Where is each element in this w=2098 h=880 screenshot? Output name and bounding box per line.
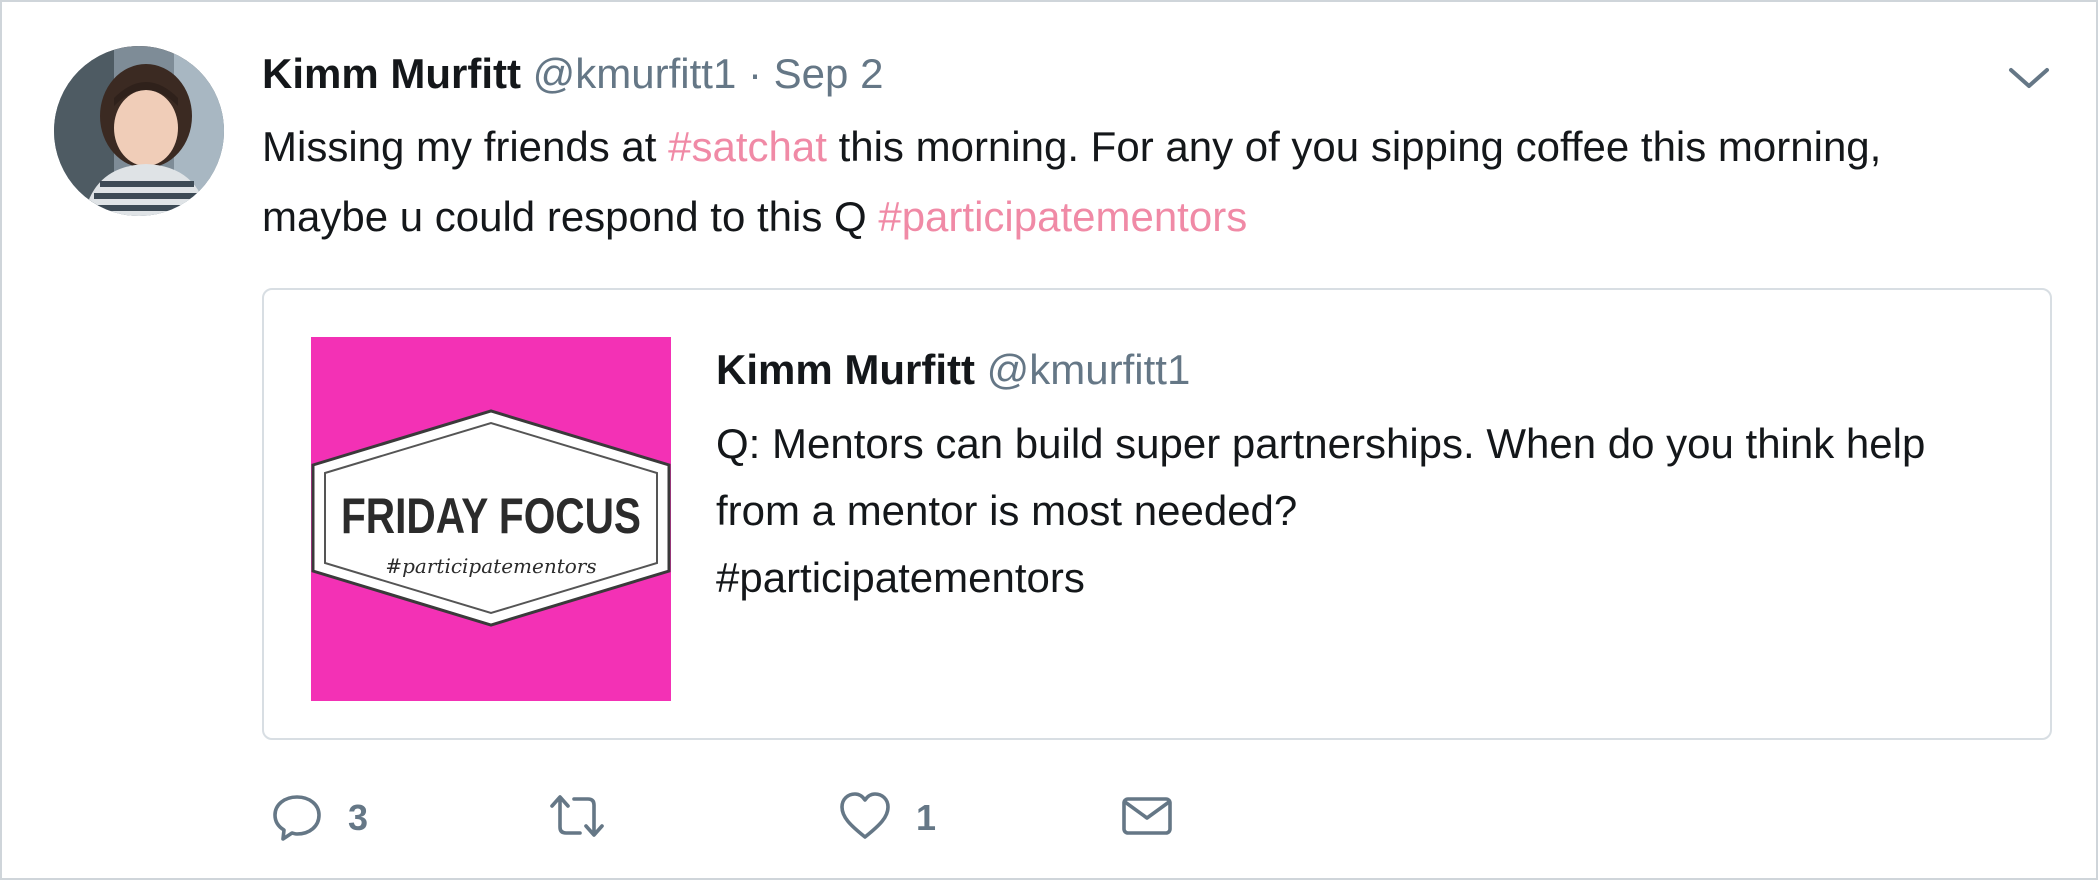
avatar-image bbox=[54, 46, 224, 216]
quoted-author-handle[interactable]: @kmurfitt1 bbox=[987, 346, 1191, 393]
author-name[interactable]: Kimm Murfitt bbox=[262, 50, 521, 97]
reply-button[interactable]: 3 bbox=[270, 788, 368, 848]
tweet-header: Kimm Murfitt @kmurfitt1 · Sep 2 bbox=[262, 46, 883, 102]
quoted-tweet-image[interactable]: FRIDAY FOCUS #participatementors bbox=[311, 337, 671, 701]
tweet-card[interactable]: Kimm Murfitt @kmurfitt1 · Sep 2 Missing … bbox=[0, 0, 2098, 880]
quoted-tweet-body: Q: Mentors can build super partnerships.… bbox=[716, 420, 1926, 534]
avatar[interactable] bbox=[54, 46, 224, 216]
envelope-icon bbox=[1120, 789, 1174, 848]
quoted-tweet-hashtag[interactable]: #participatementors bbox=[716, 544, 1996, 611]
quoted-tweet-text: Q: Mentors can build super partnerships.… bbox=[716, 410, 1996, 611]
heart-icon bbox=[838, 789, 892, 848]
reply-icon bbox=[270, 789, 324, 848]
tweet-date[interactable]: Sep 2 bbox=[774, 50, 884, 97]
quoted-tweet[interactable]: FRIDAY FOCUS #participatementors Kimm Mu… bbox=[262, 288, 2052, 740]
like-button[interactable]: 1 bbox=[838, 788, 936, 848]
retweet-icon bbox=[550, 789, 604, 848]
like-count: 1 bbox=[916, 797, 937, 838]
chevron-down-icon[interactable] bbox=[2006, 58, 2052, 98]
hashtag-link[interactable]: #satchat bbox=[668, 123, 827, 170]
hashtag-link[interactable]: #participatementors bbox=[878, 193, 1247, 240]
author-handle[interactable]: @kmurfitt1 bbox=[533, 50, 737, 97]
header-separator: · bbox=[748, 50, 762, 97]
retweet-button[interactable] bbox=[550, 788, 604, 848]
tweet-text: Missing my friends at #satchat this morn… bbox=[262, 112, 1982, 252]
tweet-text-part: Missing my friends at bbox=[262, 123, 669, 170]
quoted-tweet-header: Kimm Murfitt @kmurfitt1 bbox=[716, 342, 1190, 398]
image-title: FRIDAY FOCUS bbox=[341, 488, 641, 544]
direct-message-button[interactable] bbox=[1120, 788, 1174, 848]
reply-count: 3 bbox=[348, 797, 369, 838]
image-subtitle: #participatementors bbox=[385, 554, 596, 578]
quoted-author-name[interactable]: Kimm Murfitt bbox=[716, 346, 975, 393]
